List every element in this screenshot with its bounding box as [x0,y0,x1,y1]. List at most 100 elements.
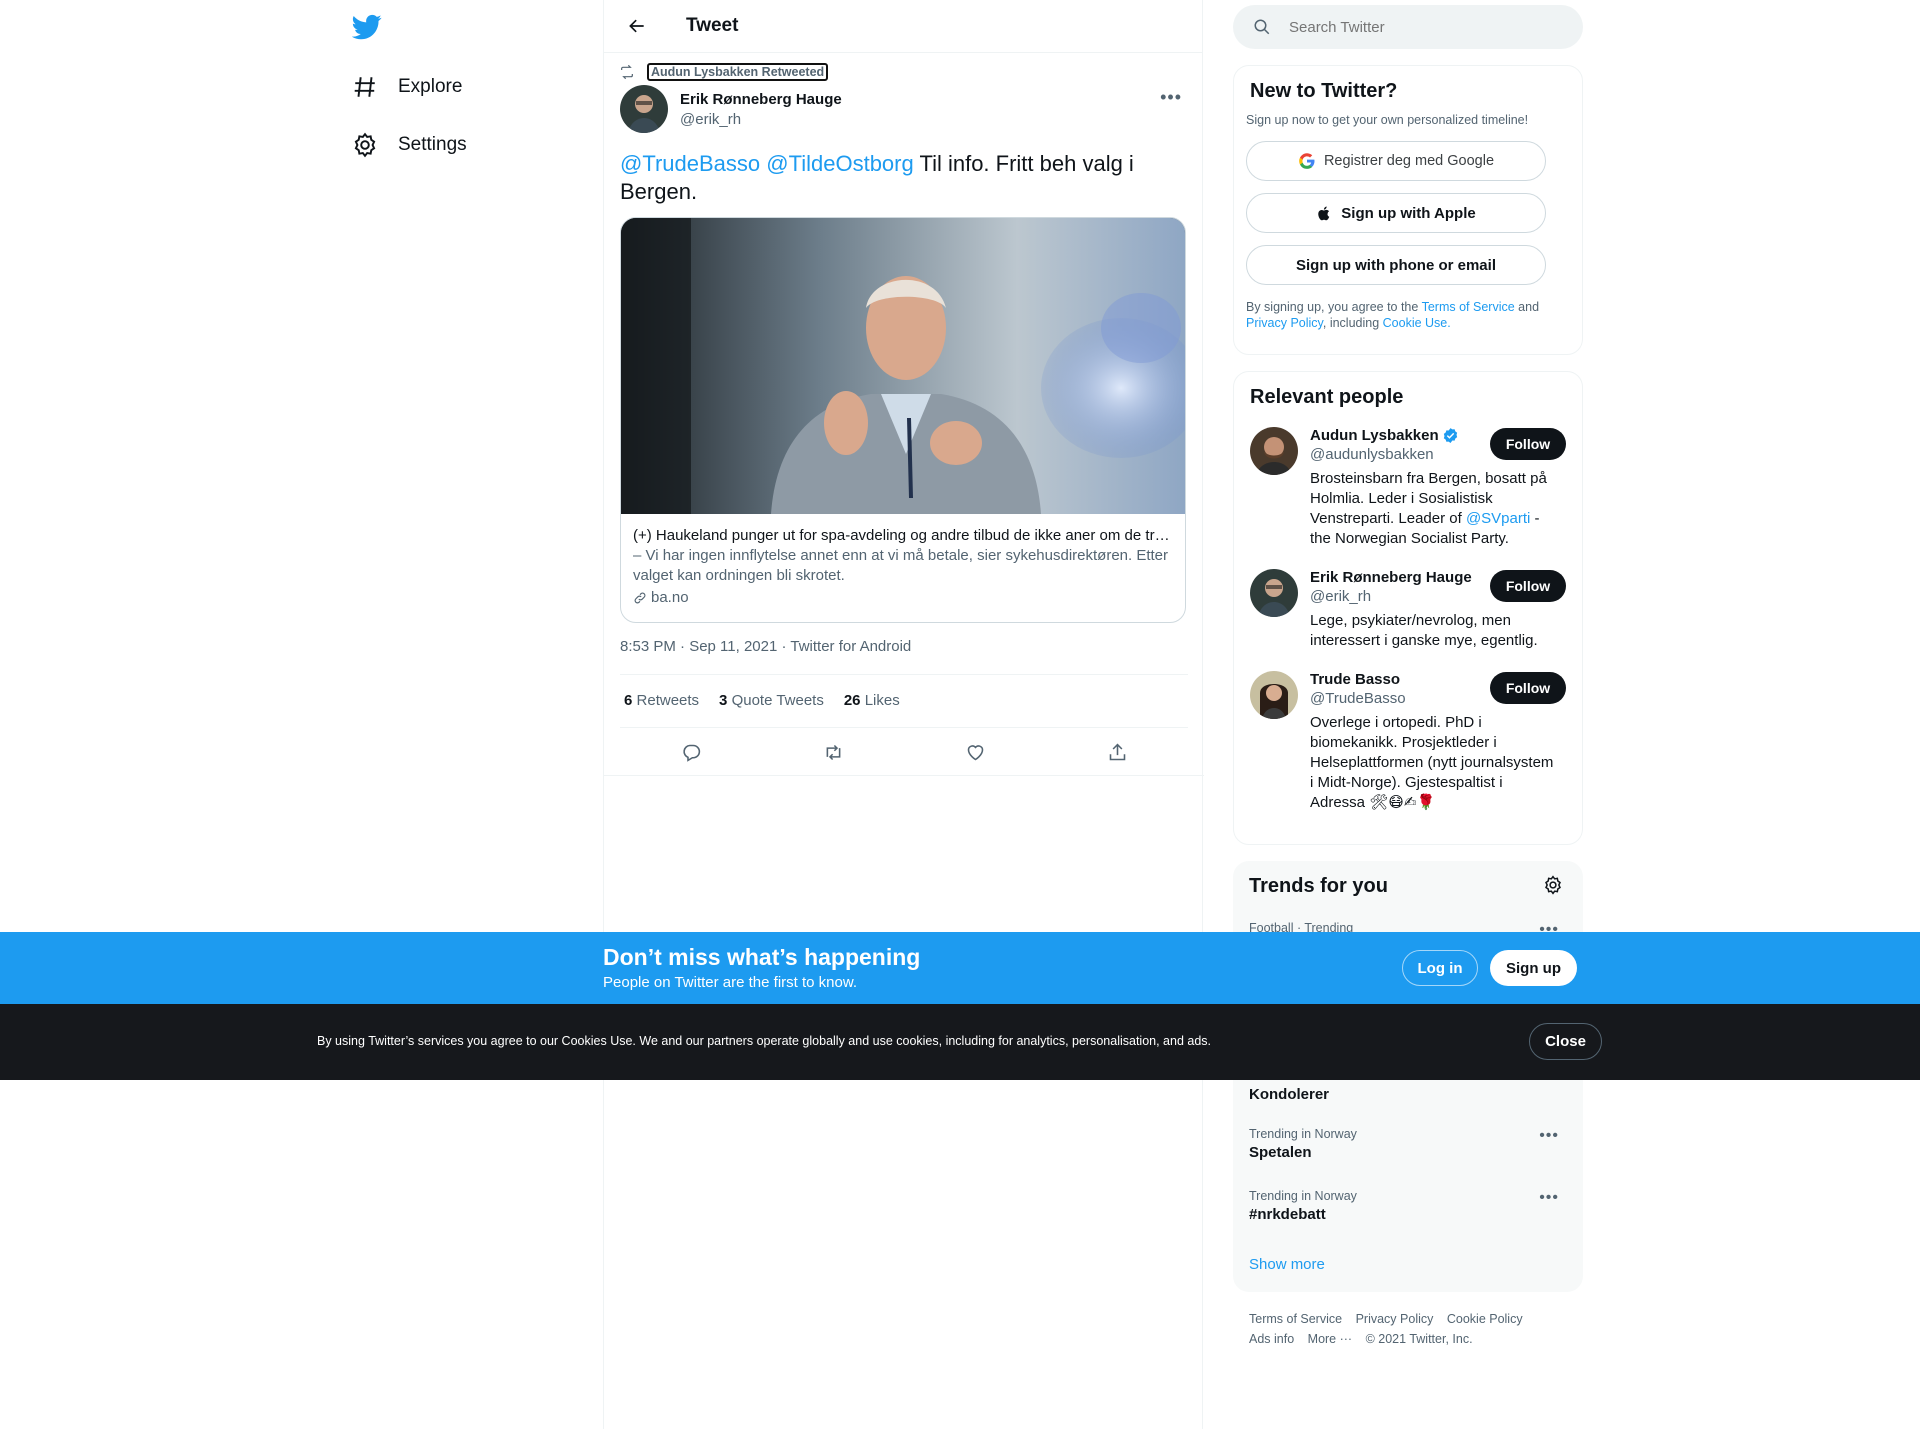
follow-button[interactable]: Follow [1490,672,1566,704]
link-icon [634,592,646,604]
footer-privacy-link[interactable]: Privacy Policy [1356,1312,1434,1326]
footer-more-link[interactable]: More ··· [1308,1332,1352,1346]
person-bio: Brosteinsbarn fra Bergen, bosatt på Holm… [1310,470,1547,547]
tweet-timestamp[interactable]: 8:53 PM · Sep 11, 2021 · Twitter for And… [620,638,911,655]
apple-signup-button[interactable]: Sign up with Apple [1246,193,1546,233]
retweet-icon [826,744,840,760]
retweets-stat[interactable]: 6 Retweets [624,692,699,709]
trend-item[interactable]: Trending in Norway Spetalen ••• [1249,1127,1567,1161]
nav-explore[interactable]: Explore [352,67,462,107]
avatar[interactable] [1250,427,1298,475]
card-image [621,218,1185,514]
card-title: (+) Haukeland punger ut for spa-avdeling… [633,527,1173,544]
footer-cookie-link[interactable]: Cookie Policy [1447,1312,1523,1326]
panel-title: Relevant people [1250,386,1404,408]
tweet-stats: 6 Retweets 3 Quote Tweets 26 Likes [624,692,900,709]
trend-item[interactable]: Trending in Norway #nrkdebatt ••• [1249,1189,1567,1223]
tweet-author: Erik Rønneberg Hauge @erik_rh [620,85,842,133]
trend-context: Trending in Norway [1249,1189,1357,1203]
cookie-text: By using Twitter’s services you agree to… [317,1034,1212,1048]
relevant-people-panel: Relevant people Audun Lysbakken @audunly… [1233,371,1583,845]
banner-title: Don’t miss what’s happening [603,944,921,970]
reply-button[interactable] [673,734,709,770]
trend-name: Kondolerer [1249,1086,1330,1103]
signup-button[interactable]: Sign up [1490,950,1577,986]
trend-item[interactable]: Kondolerer [1249,1083,1567,1103]
cookie-bar: By using Twitter’s services you agree to… [0,1004,1920,1080]
footer-terms-link[interactable]: Terms of Service [1249,1312,1342,1326]
person-item[interactable]: Trude Basso @TrudeBasso Overlege i ortop… [1234,671,1582,813]
retweeted-by-link[interactable]: Audun Lysbakken Retweeted [647,63,829,81]
divider [604,775,1204,776]
nav-explore-label: Explore [398,76,463,97]
mention-link[interactable]: @TrudeBasso [620,151,760,176]
privacy-link[interactable]: Privacy Policy [1246,316,1323,330]
tweet-actions [620,734,1188,770]
phone-email-signup-label: Sign up with phone or email [1295,256,1496,274]
likes-stat[interactable]: 26 Likes [844,692,900,709]
avatar[interactable] [1250,671,1298,719]
card-domain: ba.no [633,588,1173,608]
follow-button[interactable]: Follow [1490,570,1566,602]
footer-links: Terms of Service Privacy Policy Cookie P… [1249,1309,1569,1349]
search-box[interactable] [1233,5,1583,49]
close-button[interactable]: Close [1529,1023,1602,1060]
avatar[interactable] [620,85,668,133]
divider [620,727,1188,728]
show-more-link[interactable]: Show more [1249,1256,1325,1273]
back-button[interactable] [622,11,652,41]
google-signup-button[interactable]: Registrer deg med Google [1246,141,1546,181]
quote-tweets-stat[interactable]: 3 Quote Tweets [719,692,824,709]
follow-button[interactable]: Follow [1490,428,1566,460]
card-description: – Vi har ingen innflytelse annet enn at … [633,547,1169,584]
retweet-button[interactable] [815,734,851,770]
author-handle[interactable]: @erik_rh [680,111,842,128]
retweet-context: Audun Lysbakken Retweeted [619,63,829,81]
person-item[interactable]: Audun Lysbakken @audunlysbakken Brostein… [1234,427,1582,549]
divider [620,674,1188,675]
twitter-logo-icon[interactable] [351,12,382,42]
panel-title: Trends for you [1249,875,1388,897]
mention-link[interactable]: @TildeOstborg [766,151,913,176]
search-input[interactable] [1289,18,1549,36]
retweet-icon [621,64,633,80]
signup-terms: By signing up, you agree to the Terms of… [1246,300,1540,330]
person-bio: Overlege i ortopedi. PhD i biomekanikk. … [1310,714,1554,811]
hashtag-icon [354,77,375,97]
phone-email-signup-button[interactable]: Sign up with phone or email [1246,245,1546,285]
nav-settings-label: Settings [398,134,467,155]
panel-title: New to Twitter? [1250,80,1398,102]
card-domain-text: ba.no [651,589,689,606]
nav-settings[interactable]: Settings [352,125,467,165]
footer-copyright: © 2021 Twitter, Inc. [1365,1332,1473,1346]
google-signup-label: Registrer deg med Google [1323,153,1495,169]
verified-badge-icon [1443,428,1457,443]
cookie-use-link[interactable]: Cookie Use. [1383,316,1451,330]
more-options-icon[interactable]: ••• [1160,87,1182,108]
more-options-icon[interactable]: ••• [1539,1189,1559,1207]
login-button[interactable]: Log in [1402,950,1478,986]
banner-subtitle: People on Twitter are the first to know. [603,974,858,991]
panel-subtitle: Sign up now to get your own personalized… [1246,113,1529,127]
author-name[interactable]: Erik Rønneberg Hauge [680,91,842,108]
like-button[interactable] [957,734,993,770]
reply-icon [682,744,700,762]
share-button[interactable] [1099,734,1135,770]
page-title: Tweet [686,15,739,36]
terms-link[interactable]: Terms of Service [1422,300,1515,314]
person-item[interactable]: Erik Rønneberg Hauge @erik_rh Lege, psyk… [1234,569,1582,651]
page-header: Tweet [604,0,1202,53]
avatar[interactable] [1250,569,1298,617]
more-options-icon[interactable]: ••• [1539,1127,1559,1145]
mention-link[interactable]: @SVparti [1466,510,1530,527]
gear-icon [354,132,376,158]
trend-name: Spetalen [1249,1144,1312,1161]
share-icon [1109,743,1125,760]
gear-icon [1545,875,1561,895]
google-icon [1299,153,1315,169]
footer-ads-link[interactable]: Ads info [1249,1332,1294,1346]
arrow-left-icon [629,19,644,33]
link-card[interactable]: (+) Haukeland punger ut for spa-avdeling… [620,217,1186,623]
trends-settings-button[interactable] [1543,875,1563,900]
apple-icon [1318,206,1330,220]
